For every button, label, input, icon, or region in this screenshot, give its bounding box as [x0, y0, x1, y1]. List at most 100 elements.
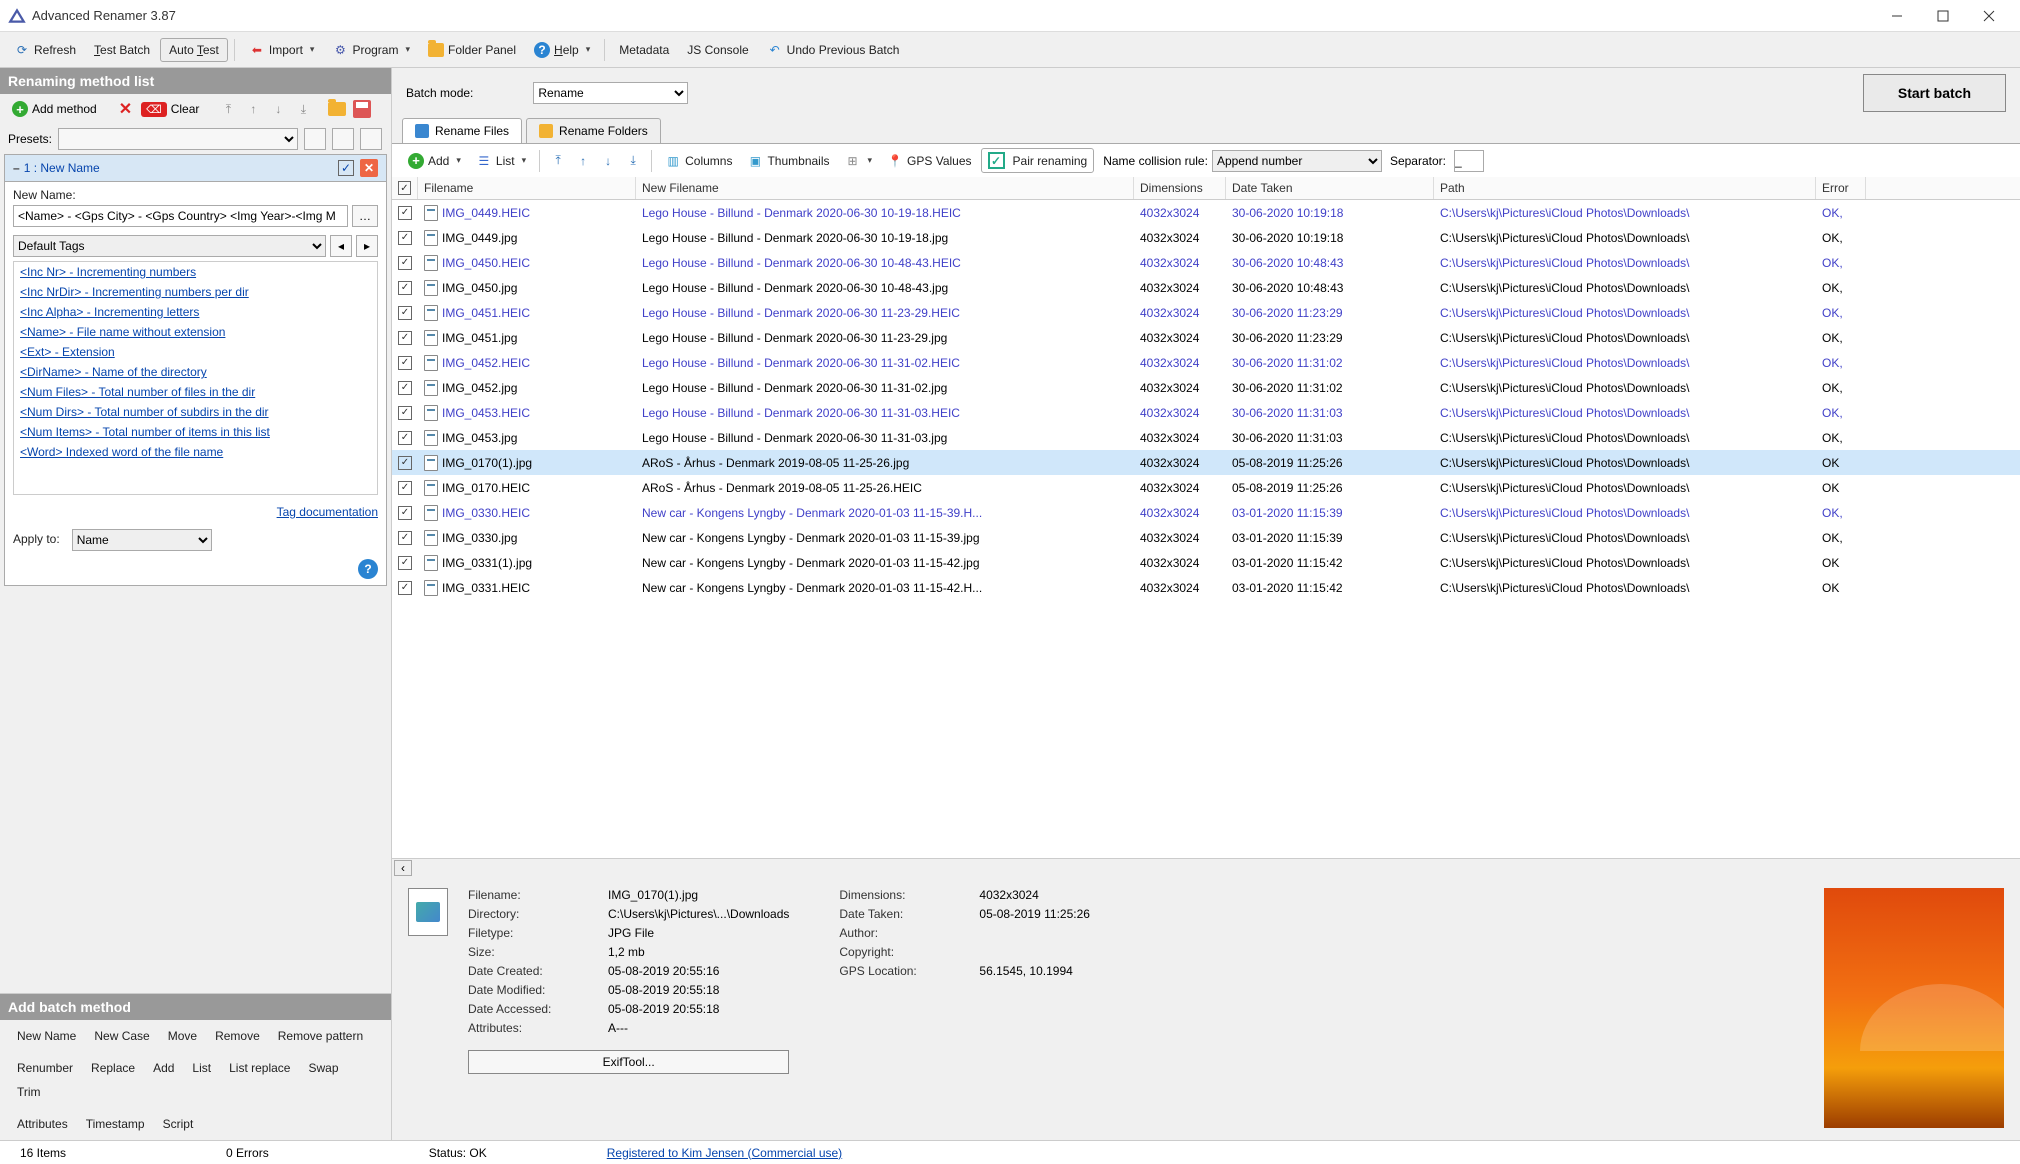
- tag-link[interactable]: <Inc Nr> - Incrementing numbers: [14, 262, 377, 282]
- program-button[interactable]: ⚙Program▾: [324, 38, 418, 62]
- tag-link[interactable]: <Ext> - Extension: [14, 342, 377, 362]
- scroll-left-button[interactable]: ‹: [394, 860, 412, 876]
- row-checkbox[interactable]: [398, 506, 412, 520]
- separator-input[interactable]: [1454, 150, 1484, 172]
- tag-documentation-link[interactable]: Tag documentation: [277, 505, 378, 519]
- save-button[interactable]: [351, 98, 373, 120]
- col-dimensions[interactable]: Dimensions: [1134, 177, 1226, 199]
- row-checkbox[interactable]: [398, 231, 412, 245]
- batch-method-swap[interactable]: Swap: [299, 1056, 347, 1080]
- folder-panel-button[interactable]: Folder Panel: [420, 38, 524, 62]
- method-header[interactable]: – 1 : New Name ✓ ✕: [5, 155, 386, 182]
- presets-select[interactable]: [58, 128, 298, 150]
- row-checkbox[interactable]: [398, 381, 412, 395]
- thumbnails-button[interactable]: ▣Thumbnails: [741, 150, 835, 172]
- row-checkbox[interactable]: [398, 456, 412, 470]
- preset-delete-button[interactable]: [332, 128, 354, 150]
- sort-up-button[interactable]: ↑: [572, 150, 594, 172]
- preset-more-button[interactable]: [360, 128, 382, 150]
- undo-previous-batch-button[interactable]: ↶Undo Previous Batch: [759, 38, 908, 62]
- table-row[interactable]: IMG_0330.jpgNew car - Kongens Lyngby - D…: [392, 525, 2020, 550]
- row-checkbox[interactable]: [398, 356, 412, 370]
- registered-link[interactable]: Registered to Kim Jensen (Commercial use…: [607, 1146, 842, 1160]
- auto-test-button[interactable]: Auto Test: [160, 38, 228, 62]
- exiftool-button[interactable]: ExifTool...: [468, 1050, 789, 1074]
- row-checkbox[interactable]: [398, 406, 412, 420]
- batch-method-new-case[interactable]: New Case: [85, 1024, 158, 1048]
- table-row[interactable]: IMG_0450.jpgLego House - Billund - Denma…: [392, 275, 2020, 300]
- method-help-icon[interactable]: ?: [358, 559, 378, 579]
- collapse-icon[interactable]: –: [13, 161, 20, 175]
- tag-link[interactable]: <Num Files> - Total number of files in t…: [14, 382, 377, 402]
- batch-method-list[interactable]: List: [183, 1056, 220, 1080]
- move-up-button[interactable]: ↑: [242, 98, 264, 120]
- method-enabled-checkbox[interactable]: ✓: [338, 160, 354, 176]
- batch-method-remove[interactable]: Remove: [206, 1024, 269, 1048]
- refresh-button[interactable]: ⟳Refresh: [6, 38, 84, 62]
- table-row[interactable]: IMG_0170.HEICARoS - Århus - Denmark 2019…: [392, 475, 2020, 500]
- pair-renaming-toggle[interactable]: Pair renaming: [981, 148, 1095, 173]
- table-row[interactable]: IMG_0450.HEICLego House - Billund - Denm…: [392, 250, 2020, 275]
- batch-method-replace[interactable]: Replace: [82, 1056, 144, 1080]
- delete-icon[interactable]: ✕: [119, 99, 132, 119]
- row-checkbox[interactable]: [398, 431, 412, 445]
- col-date-taken[interactable]: Date Taken: [1226, 177, 1434, 199]
- batch-method-timestamp[interactable]: Timestamp: [77, 1112, 154, 1136]
- row-checkbox[interactable]: [398, 281, 412, 295]
- tab-rename-files[interactable]: Rename Files: [402, 118, 522, 143]
- col-new-filename[interactable]: New Filename: [636, 177, 1134, 199]
- batch-method-new-name[interactable]: New Name: [8, 1024, 85, 1048]
- row-checkbox[interactable]: [398, 206, 412, 220]
- table-row[interactable]: IMG_0331.HEICNew car - Kongens Lyngby - …: [392, 575, 2020, 600]
- maximize-button[interactable]: [1920, 1, 1966, 31]
- start-batch-button[interactable]: Start batch: [1863, 74, 2006, 112]
- col-path[interactable]: Path: [1434, 177, 1816, 199]
- close-button[interactable]: [1966, 1, 2012, 31]
- method-close-button[interactable]: ✕: [360, 159, 378, 177]
- sort-down-button[interactable]: ↓: [597, 150, 619, 172]
- batch-method-trim[interactable]: Trim: [8, 1080, 50, 1104]
- batch-method-renumber[interactable]: Renumber: [8, 1056, 82, 1080]
- table-row[interactable]: IMG_0449.HEICLego House - Billund - Denm…: [392, 200, 2020, 225]
- minimize-button[interactable]: [1874, 1, 1920, 31]
- row-checkbox[interactable]: [398, 556, 412, 570]
- row-checkbox[interactable]: [398, 306, 412, 320]
- tag-link[interactable]: <Inc Alpha> - Incrementing letters: [14, 302, 377, 322]
- table-row[interactable]: IMG_0331(1).jpgNew car - Kongens Lyngby …: [392, 550, 2020, 575]
- tag-link[interactable]: <DirName> - Name of the directory: [14, 362, 377, 382]
- add-files-button[interactable]: +Add▾: [402, 150, 467, 172]
- gps-values-button[interactable]: 📍GPS Values: [881, 150, 977, 172]
- table-row[interactable]: IMG_0453.HEICLego House - Billund - Denm…: [392, 400, 2020, 425]
- tag-next-button[interactable]: ▸: [356, 235, 378, 257]
- tag-prev-button[interactable]: ◂: [330, 235, 352, 257]
- batch-method-attributes[interactable]: Attributes: [8, 1112, 77, 1136]
- sort-bottom-button[interactable]: ⤓: [622, 150, 644, 172]
- sort-top-button[interactable]: ⤒: [547, 150, 569, 172]
- tab-rename-folders[interactable]: Rename Folders: [526, 118, 661, 143]
- move-bottom-button[interactable]: ⤓: [292, 98, 314, 120]
- table-row[interactable]: IMG_0453.jpgLego House - Billund - Denma…: [392, 425, 2020, 450]
- columns-button[interactable]: ▥Columns: [659, 150, 738, 172]
- row-checkbox[interactable]: [398, 581, 412, 595]
- col-error[interactable]: Error: [1816, 177, 1866, 199]
- test-batch-button[interactable]: Test Batch: [86, 39, 158, 61]
- batch-method-move[interactable]: Move: [159, 1024, 206, 1048]
- tag-link[interactable]: <Inc NrDir> - Incrementing numbers per d…: [14, 282, 377, 302]
- row-checkbox[interactable]: [398, 481, 412, 495]
- col-checkbox[interactable]: [392, 177, 418, 199]
- table-row[interactable]: IMG_0451.jpgLego House - Billund - Denma…: [392, 325, 2020, 350]
- tag-link[interactable]: <Word> Indexed word of the file name: [14, 442, 377, 462]
- metadata-button[interactable]: Metadata: [611, 39, 677, 61]
- table-row[interactable]: IMG_0170(1).jpgARoS - Århus - Denmark 20…: [392, 450, 2020, 475]
- batch-mode-select[interactable]: Rename: [533, 82, 688, 104]
- table-row[interactable]: IMG_0330.HEICNew car - Kongens Lyngby - …: [392, 500, 2020, 525]
- tag-link[interactable]: <Name> - File name without extension: [14, 322, 377, 342]
- apply-to-select[interactable]: Name: [72, 529, 212, 551]
- batch-method-list-replace[interactable]: List replace: [220, 1056, 299, 1080]
- open-folder-button[interactable]: [326, 98, 348, 120]
- help-button[interactable]: ?Help▾: [526, 38, 598, 62]
- add-method-button[interactable]: +Add method: [6, 98, 103, 120]
- table-row[interactable]: IMG_0451.HEICLego House - Billund - Denm…: [392, 300, 2020, 325]
- clear-button[interactable]: ⌫Clear: [135, 99, 205, 120]
- new-name-input[interactable]: [13, 205, 348, 227]
